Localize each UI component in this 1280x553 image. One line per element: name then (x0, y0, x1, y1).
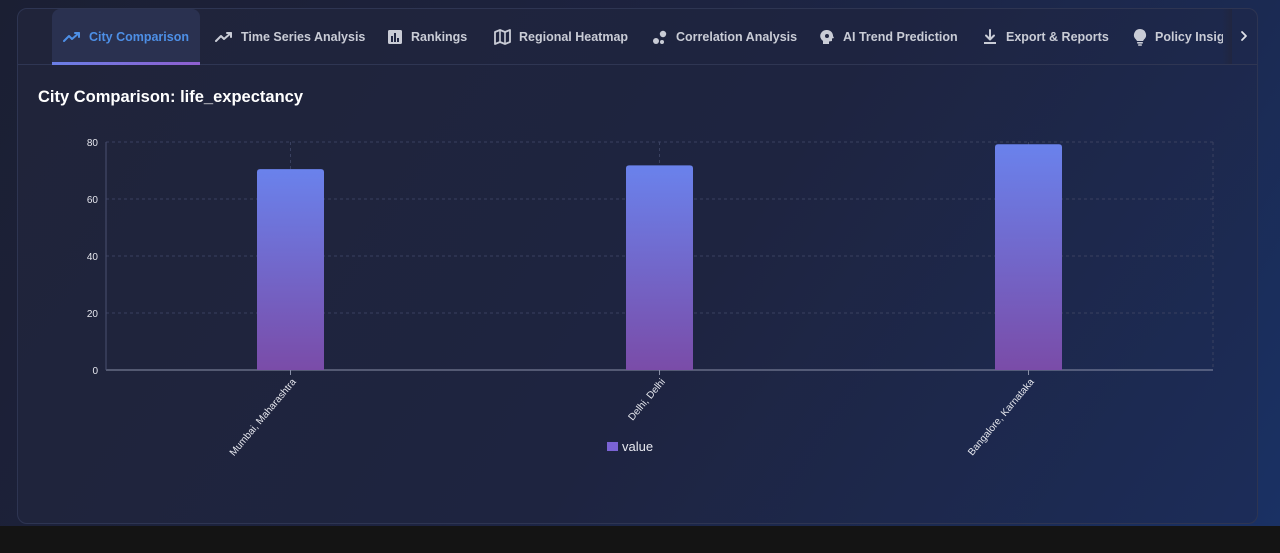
y-tick-label: 80 (87, 138, 99, 149)
legend-swatch (607, 442, 618, 451)
x-tick-label: Bangalore, Karnataka (966, 377, 1037, 459)
bottom-bar (0, 526, 1280, 553)
x-tick-label: Mumbai, Maharashtra (228, 377, 299, 459)
y-tick-label: 0 (92, 366, 98, 377)
dashboard-card: City Comparison Time Series Analysis Ran… (17, 8, 1258, 524)
chart-bars (257, 144, 1062, 370)
y-tick-label: 20 (87, 309, 99, 320)
bar-0[interactable] (257, 169, 324, 370)
chart-legend[interactable]: value (607, 439, 653, 454)
y-tick-label: 60 (87, 195, 99, 206)
y-tick-label: 40 (87, 252, 99, 263)
bar-2[interactable] (995, 144, 1062, 370)
chart-labels: 0 20 40 60 80 Mumbai, Maharashtra Delhi, Delhi… (87, 138, 1037, 458)
legend-label: value (622, 439, 654, 454)
bar-1[interactable] (626, 165, 693, 370)
x-tick-label: Delhi, Delhi (626, 377, 667, 423)
